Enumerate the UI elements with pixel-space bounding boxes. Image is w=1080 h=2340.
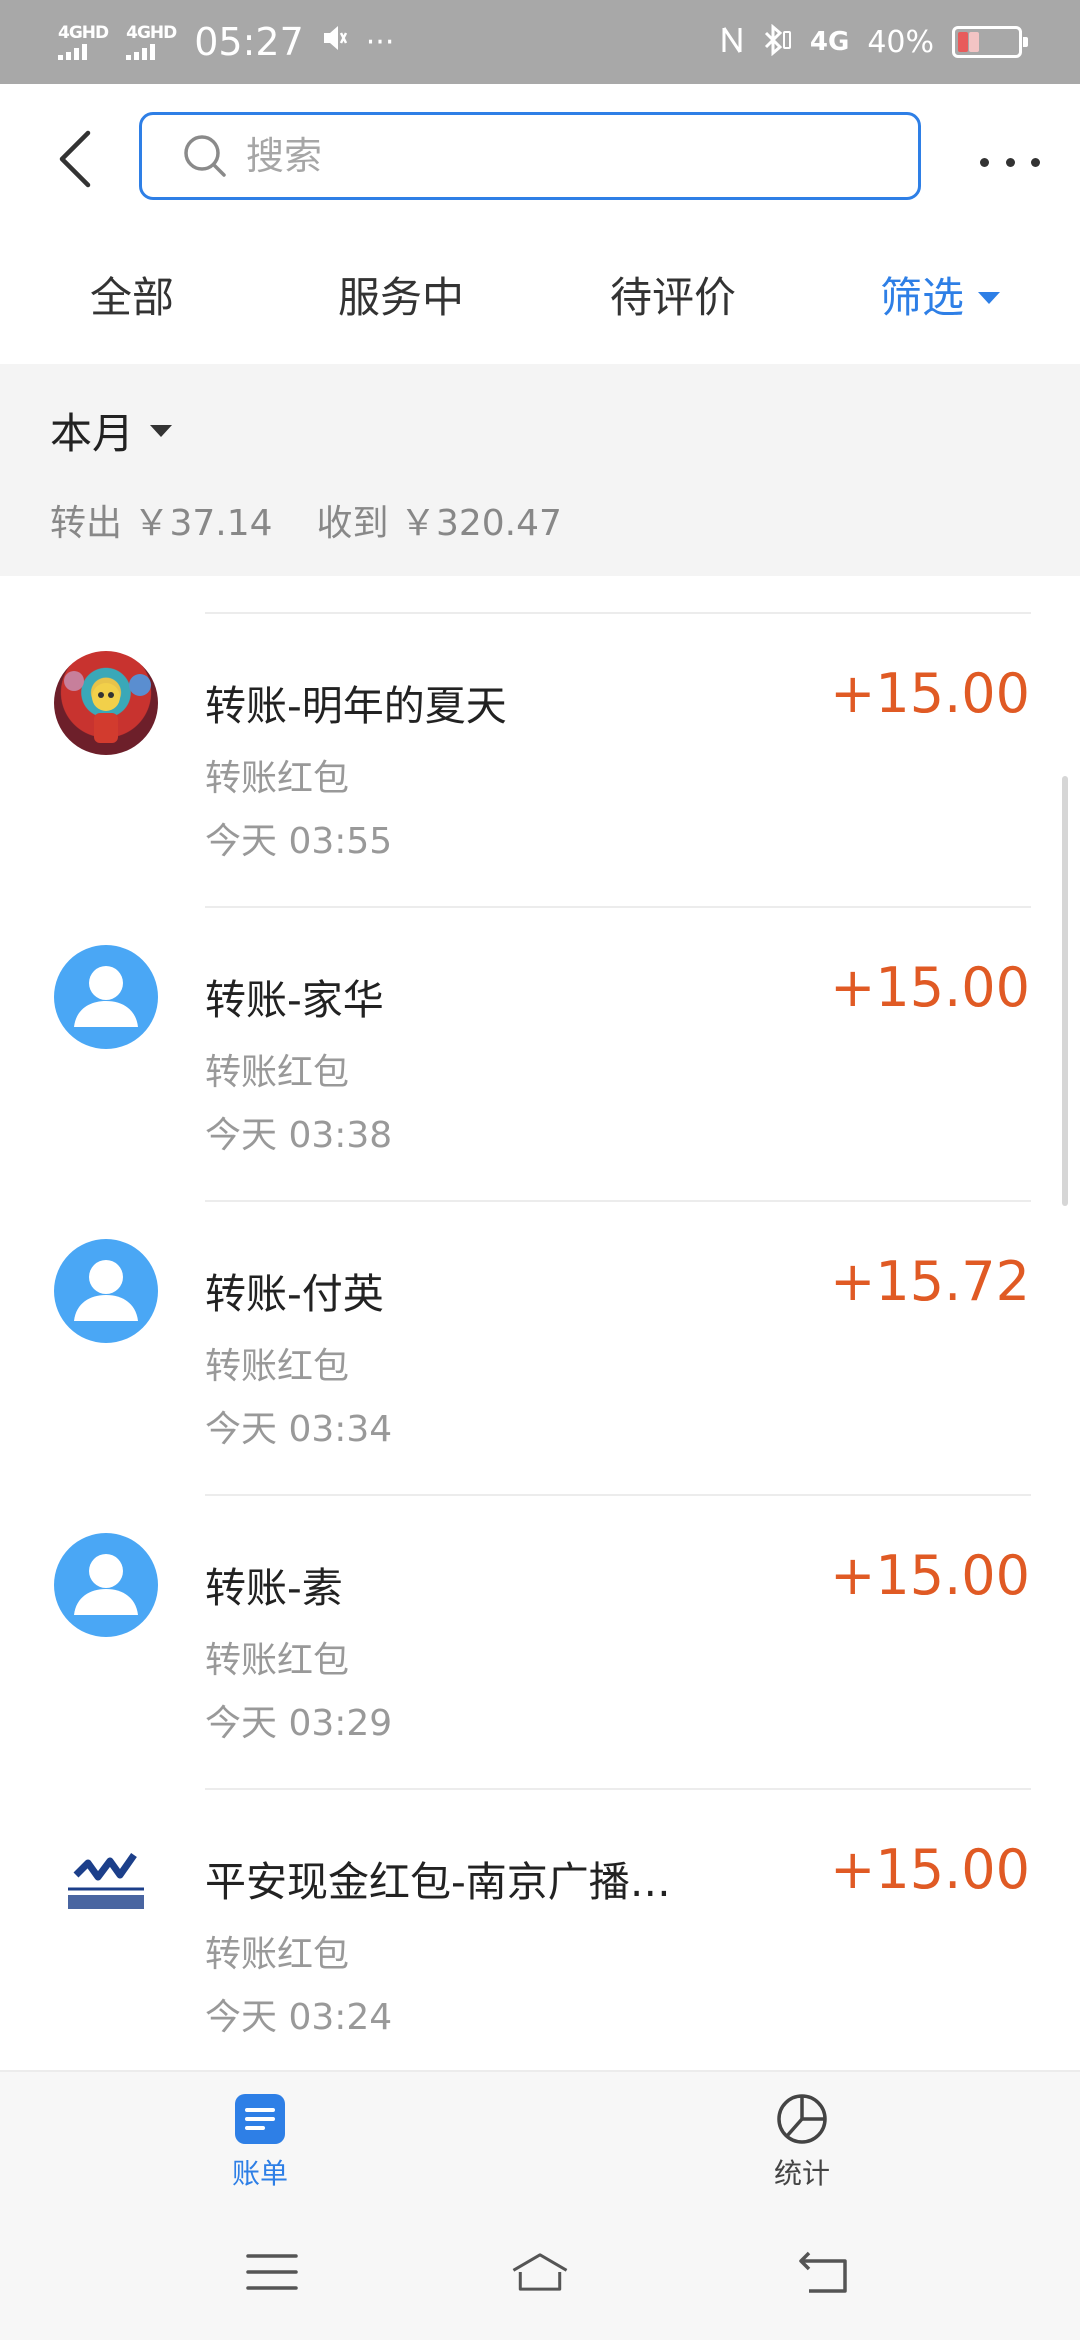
bottom-tab-bar: 账单 统计 (0, 2070, 1080, 2202)
transaction-title: 转账-素 (205, 1564, 343, 1612)
transaction-list[interactable]: 转账-明年的夏天 转账红包 今天 03:55 +15.00 转账-家华 转账红包… (0, 576, 1080, 2070)
system-nav-bar (0, 2202, 1080, 2340)
status-left: 4GHD 4GHD 05:27 ··· (58, 20, 394, 64)
nav-back-button[interactable] (794, 2242, 854, 2302)
tab-all[interactable]: 全部 (90, 264, 174, 331)
home-icon (512, 2253, 568, 2291)
status-right: 4G 40% (720, 23, 1028, 60)
search-box[interactable] (139, 112, 921, 200)
back-button[interactable] (44, 124, 104, 194)
menu-icon (246, 2254, 298, 2290)
nfc-icon (720, 24, 744, 60)
caret-down-icon (150, 424, 173, 437)
transaction-title: 转账-家华 (205, 976, 384, 1024)
default-user-avatar-icon (54, 1533, 158, 1637)
tab-pending-review[interactable]: 待评价 (610, 264, 736, 331)
return-icon (799, 2251, 847, 2293)
transaction-title: 平安现金红包-南京广播… (205, 1858, 671, 1906)
transaction-time: 今天 03:38 (205, 1115, 393, 1156)
merchant-logo-icon (54, 1827, 158, 1931)
month-label: 本月 (50, 409, 135, 458)
transaction-row[interactable]: 转账-素 转账红包 今天 03:29 +15.00 (0, 1496, 1080, 1790)
default-user-avatar-icon (54, 945, 158, 1049)
battery-icon (952, 26, 1028, 58)
transaction-type: 转账红包 (205, 758, 350, 799)
list-scrollbar[interactable] (1062, 776, 1068, 1206)
back-arrow-icon (59, 130, 91, 188)
transaction-row[interactable]: 转账-付英 转账红包 今天 03:34 +15.72 (0, 1202, 1080, 1496)
transaction-time: 今天 03:55 (205, 821, 393, 862)
speaker-muted-icon (322, 23, 348, 61)
transaction-row[interactable]: 转账-明年的夏天 转账红包 今天 03:55 +15.00 (0, 614, 1080, 908)
battery-percent: 40% (867, 24, 934, 60)
bluetooth-vibrate-icon (762, 23, 792, 60)
status-time: 05:27 (194, 20, 304, 64)
network-4g-icon: 4G (809, 27, 850, 57)
bottom-tab-label: 统计 (774, 2157, 831, 2190)
bottom-tab-stats[interactable]: 统计 (774, 2092, 830, 2192)
search-icon (184, 135, 226, 177)
month-totals: 转出 ￥37.14 收到 ￥320.47 (50, 494, 562, 546)
month-summary: 本月 转出 ￥37.14 收到 ￥320.47 (0, 364, 1080, 576)
nav-menu-button[interactable] (242, 2242, 302, 2302)
dot-icon (1005, 157, 1015, 167)
tab-filter[interactable]: 筛选 (880, 264, 1001, 331)
transaction-amount: +15.72 (830, 1250, 1030, 1313)
outgoing-total: 转出 ￥37.14 (50, 503, 273, 544)
default-user-avatar-icon (54, 1239, 158, 1343)
transaction-type: 转账红包 (205, 1640, 350, 1681)
dot-icon (1031, 157, 1040, 167)
caret-down-icon (978, 291, 1001, 304)
bill-icon (235, 2094, 285, 2144)
transaction-row[interactable]: 平安现金红包-南京广播… 转账红包 今天 03:24 +15.00 (0, 1790, 1080, 2070)
nav-home-button[interactable] (510, 2242, 570, 2302)
transaction-amount: +15.00 (830, 662, 1030, 725)
bottom-tab-label: 账单 (232, 2157, 289, 2190)
month-selector[interactable]: 本月 (50, 400, 173, 461)
transaction-time: 今天 03:29 (205, 1703, 393, 1744)
transaction-type: 转账红包 (205, 1346, 350, 1387)
status-bar: 4GHD 4GHD 05:27 ··· 4G 40% (0, 0, 1080, 84)
filter-tabs: 全部 服务中 待评价 筛选 (0, 234, 1080, 364)
search-input[interactable] (246, 134, 846, 178)
transaction-time: 今天 03:24 (205, 1997, 393, 2038)
status-more-icon: ··· (365, 24, 395, 60)
transaction-type: 转账红包 (205, 1934, 350, 1975)
transaction-title: 转账-明年的夏天 (205, 682, 507, 730)
sim2-signal-icon: 4GHD (126, 24, 177, 60)
transaction-row[interactable]: 转账-家华 转账红包 今天 03:38 +15.00 (0, 908, 1080, 1202)
transaction-amount: +15.00 (830, 1838, 1030, 1901)
tab-filter-label: 筛选 (880, 273, 965, 322)
transaction-title: 转账-付英 (205, 1270, 384, 1318)
tab-in-service[interactable]: 服务中 (338, 264, 464, 331)
incoming-total: 收到 ￥320.47 (316, 503, 562, 544)
avatar-photo (54, 651, 158, 755)
sim1-signal-icon: 4GHD (58, 24, 109, 60)
dot-icon (980, 157, 989, 167)
transaction-amount: +15.00 (830, 1544, 1030, 1607)
pie-chart-icon (777, 2094, 827, 2144)
header (0, 84, 1080, 234)
transaction-amount: +15.00 (830, 956, 1030, 1019)
transaction-type: 转账红包 (205, 1052, 350, 1093)
transaction-time: 今天 03:34 (205, 1409, 393, 1450)
more-options-button[interactable] (980, 144, 1040, 180)
bottom-tab-bill[interactable]: 账单 (232, 2092, 288, 2192)
